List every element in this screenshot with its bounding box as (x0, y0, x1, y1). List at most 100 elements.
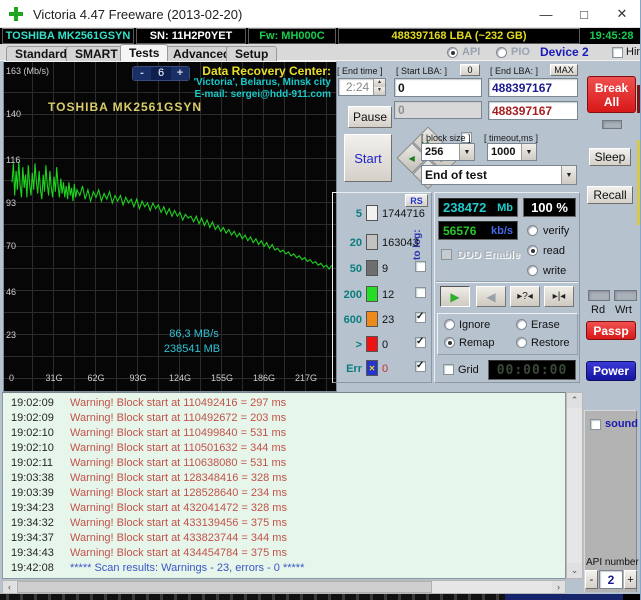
seek-end-button[interactable]: ▸|◂ (544, 286, 574, 307)
end-time-spinner[interactable]: 2:24 ▲ ▼ (338, 78, 386, 96)
break-all-button[interactable]: Break All (587, 76, 636, 113)
dropdown-arrow-icon[interactable]: ▼ (561, 166, 576, 184)
block-size-dropdown[interactable]: 256 ▼ (421, 143, 475, 161)
dropdown-arrow-icon[interactable]: ▼ (459, 144, 474, 160)
ignore-radio-label: Ignore (459, 319, 491, 331)
write-radio-label: write (543, 265, 567, 277)
activity-led (602, 120, 622, 129)
counter-block-5 (366, 205, 378, 221)
banner-email: E-mail: sergei@hdd-911.com (194, 89, 331, 100)
timer-value: 00:00:00 (496, 362, 568, 378)
remap-radio[interactable] (444, 337, 455, 348)
api-radio[interactable] (447, 47, 458, 58)
scroll-right-icon[interactable]: › (552, 581, 565, 593)
read-radio[interactable] (527, 245, 538, 256)
restore-radio[interactable] (516, 337, 527, 348)
title-bar: Victoria 4.47 Freeware (2013-02-20) — □ … (0, 0, 640, 28)
tab-smart[interactable]: SMART (66, 46, 127, 61)
play-icon: ▶ (450, 289, 460, 304)
scrollbar-thumb[interactable] (17, 581, 432, 593)
log-entry: 19:34:23 Warning! Block start at 43204147… (3, 502, 565, 517)
to-log-checkbox-gt[interactable] (415, 336, 426, 348)
log-vertical-scrollbar[interactable] (566, 392, 583, 579)
timeout-dropdown[interactable]: 1000 ▼ (487, 143, 537, 161)
zoom-out-button[interactable]: - (133, 67, 151, 80)
to-log-checkbox-600[interactable] (415, 311, 426, 323)
zoom-in-button[interactable]: + (171, 67, 189, 80)
start-lba-input[interactable]: 0 (394, 78, 482, 97)
tab-tests[interactable]: Tests (120, 44, 169, 61)
graph-drive-title: TOSHIBA MK2561GSYN (48, 100, 203, 114)
current-speed-readout: 86,3 MB/s (169, 328, 219, 340)
end-time-spin-buttons[interactable]: ▲ ▼ (373, 79, 385, 95)
rs-button[interactable]: RS (405, 194, 428, 207)
hints-checkbox[interactable] (612, 47, 623, 58)
background-window-sliver (637, 140, 640, 225)
api-number-minus-button[interactable]: - (585, 570, 598, 589)
grid-checkbox[interactable] (443, 364, 454, 375)
passp-button[interactable]: Passp (586, 321, 636, 340)
banner-location: 'Victoria', Belarus, Minsk city (193, 77, 331, 88)
sound-checkbox[interactable] (590, 419, 601, 430)
to-log-checkbox-err[interactable] (415, 360, 426, 372)
counter-label-err: Err (346, 363, 362, 375)
counter-label-20: 20 (349, 237, 362, 249)
start-button[interactable]: Start (344, 134, 392, 182)
tab-setup[interactable]: Setup (226, 46, 278, 61)
log-time: 19:34:43 (11, 547, 54, 559)
scan-question-button[interactable]: ▸?◂ (510, 286, 540, 307)
counter-block-600 (366, 311, 378, 327)
log-area[interactable]: 19:02:09 Warning! Block start at 11049241… (2, 392, 566, 579)
log-time: 19:42:08 (11, 562, 54, 574)
verify-radio[interactable] (527, 225, 538, 236)
err-x-glyph: ✕ (368, 363, 376, 373)
recall-button[interactable]: Recall (587, 186, 633, 204)
ddd-enable-label: DDD Enable (457, 249, 520, 261)
maximize-button[interactable]: □ (565, 0, 603, 28)
scroll-left-icon[interactable]: ‹ (3, 581, 16, 593)
scroll-down-icon[interactable]: ⌄ (567, 563, 582, 578)
spin-up-icon[interactable]: ▲ (374, 79, 385, 87)
play-button[interactable]: ▶ (440, 286, 470, 307)
end-lba-max-button[interactable]: MAX (550, 64, 578, 76)
ddd-enable-checkbox[interactable] (441, 249, 452, 260)
start-lba-zero-button[interactable]: 0 (460, 64, 480, 76)
read-radio-label: read (543, 245, 566, 257)
dropdown-arrow-icon[interactable]: ▼ (521, 144, 536, 160)
scroll-up-icon[interactable]: ⌃ (567, 393, 582, 408)
background-window-strip (505, 594, 623, 600)
end-action-dropdown[interactable]: End of test ▼ (421, 165, 577, 185)
x-axis-tick-label: 217G (295, 373, 318, 383)
write-radio[interactable] (527, 265, 538, 276)
percent-display: 100 % (523, 198, 576, 217)
device-label: Device 2 (540, 45, 589, 59)
erase-radio-label: Erase (531, 319, 560, 331)
data-recovery-banner: Data Recovery Center: 'Victoria', Belaru… (194, 65, 331, 101)
x-axis-tick-label: 124G (169, 373, 192, 383)
background-window-strip (623, 594, 640, 600)
wrt-label: Wrt (615, 304, 632, 316)
end-lba-input[interactable]: 488397167 (488, 78, 578, 97)
to-log-checkbox-50[interactable] (415, 261, 426, 272)
rewind-button[interactable]: ◀ (476, 286, 506, 307)
ignore-radio[interactable] (444, 319, 455, 330)
pause-button[interactable]: Pause (348, 106, 392, 128)
drive-serial: SN: 11H2P0YET (136, 28, 246, 44)
power-button[interactable]: Power (586, 361, 636, 381)
zoom-level: 6 (157, 67, 165, 79)
log-entry: 19:34:37 Warning! Block start at 43382374… (3, 532, 565, 547)
api-number-field[interactable]: 2 (599, 570, 623, 589)
restore-radio-label: Restore (531, 337, 570, 349)
spin-down-icon[interactable]: ▼ (374, 87, 385, 95)
erase-radio[interactable] (516, 319, 527, 330)
minimize-button[interactable]: — (527, 0, 565, 28)
close-button[interactable]: ✕ (603, 0, 640, 28)
sleep-button[interactable]: Sleep (589, 148, 631, 166)
left-arrow-icon: ◀ (408, 153, 416, 163)
log-message: Warning! Block start at 110501632 = 344 … (70, 442, 287, 454)
counter-label-200: 200 (343, 289, 362, 301)
api-number-plus-button[interactable]: + (624, 570, 637, 589)
to-log-checkbox-200[interactable] (415, 287, 426, 298)
counter-value-600: 23 (382, 314, 395, 326)
pio-radio[interactable] (496, 47, 507, 58)
